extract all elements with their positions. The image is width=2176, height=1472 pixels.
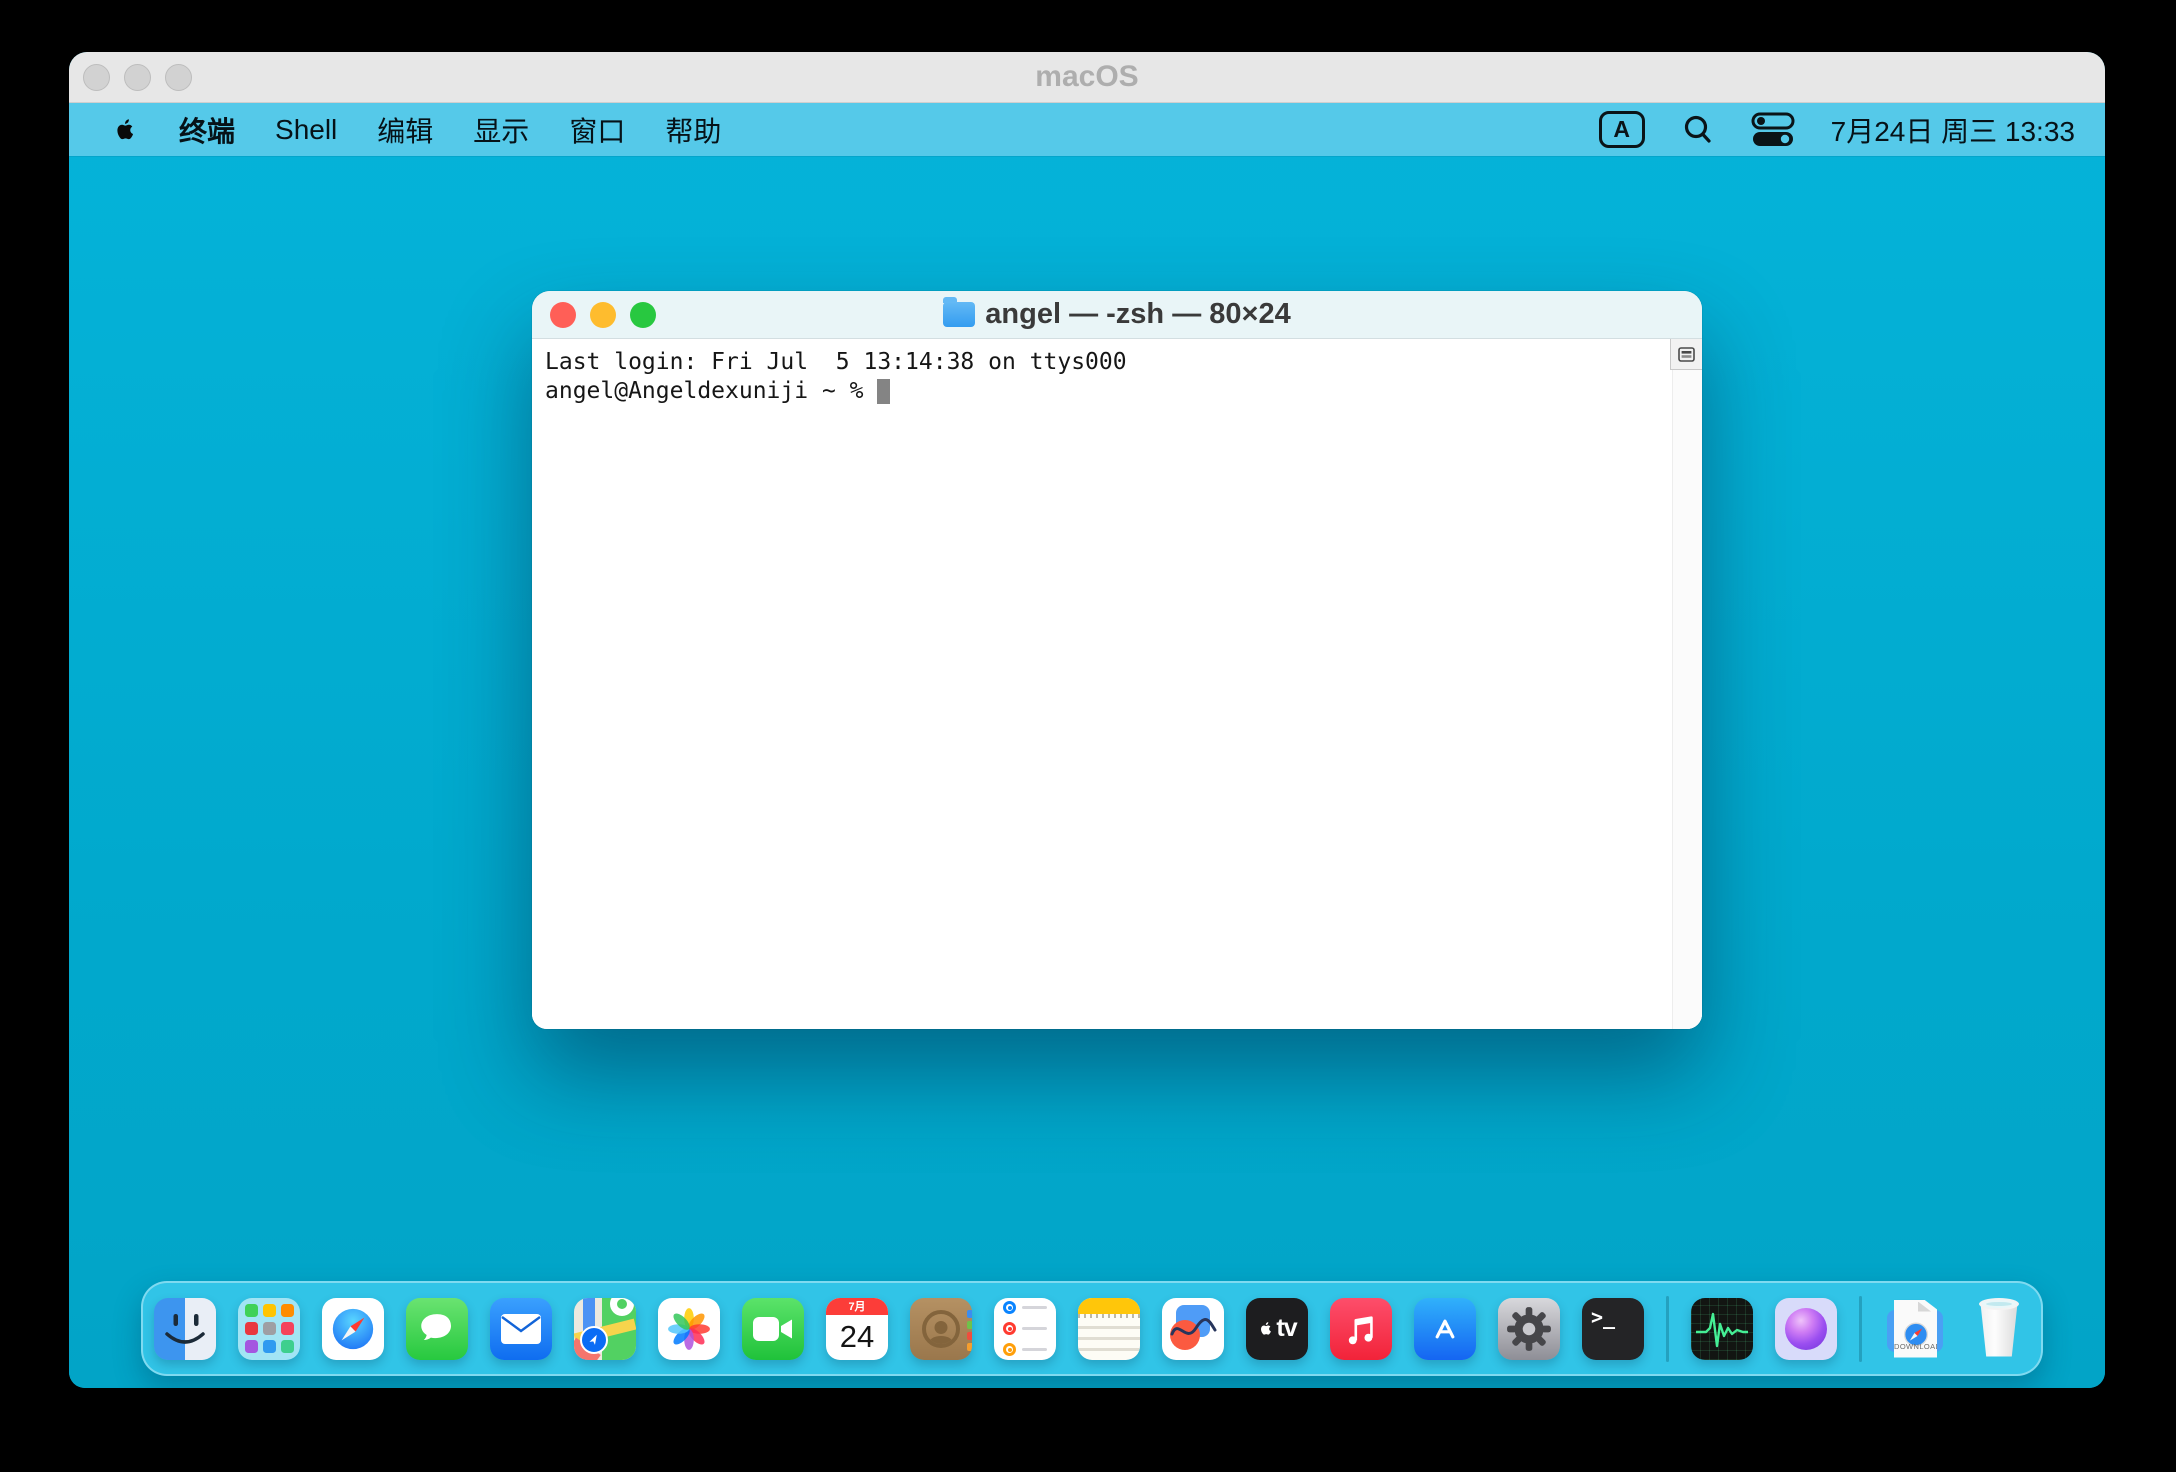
dock-item-trash[interactable] [1968,1298,2030,1360]
apple-logo-icon [111,114,138,145]
terminal-window-controls [550,302,656,328]
launchpad-tile [281,1322,294,1335]
close-button[interactable] [550,302,576,328]
terminal-window[interactable]: angel — -zsh — 80×24 Last login: Fri Jul… [532,291,1702,1029]
calendar-month: 7月 [826,1298,888,1315]
terminal-scrollbar[interactable] [1672,339,1702,1029]
dock-item-messages[interactable] [406,1298,468,1360]
safari-compass-icon [328,1304,378,1354]
reminder-bullet [1003,1322,1016,1335]
dock-separator [1859,1296,1862,1362]
dock-item-finder[interactable] [154,1298,216,1360]
prompt-text: angel@Angeldexuniji ~ % [545,378,877,404]
macos-screen: 终端 Shell 编辑 显示 窗口 帮助 A [69,103,2105,1388]
dock-item-activity-monitor[interactable] [1691,1298,1753,1360]
menu-bar-clock[interactable]: 7月24日 周三 13:33 [1831,110,2075,150]
menu-shell[interactable]: Shell [275,114,337,146]
photos-pinwheel-icon [662,1302,716,1356]
menu-edit[interactable]: 编辑 [377,110,433,150]
zoom-button[interactable] [630,302,656,328]
launchpad-tile [245,1340,258,1353]
terminal-titlebar[interactable]: angel — -zsh — 80×24 [532,291,1702,339]
reminder-bullet [1003,1301,1016,1314]
dock: 7月 24 [141,1281,2043,1376]
menu-view[interactable]: 显示 [473,110,529,150]
control-center-icon[interactable] [1751,112,1795,148]
dock-separator [1666,1296,1669,1362]
dock-item-contacts[interactable] [910,1298,972,1360]
envelope-icon [500,1313,542,1345]
launchpad-tile [263,1340,276,1353]
dock-item-notes[interactable] [1078,1298,1140,1360]
contact-tabs [967,1310,972,1351]
vm-titlebar: macOS [69,52,2105,103]
dock-item-siri[interactable] [1775,1298,1837,1360]
vm-window-title: macOS [69,60,2105,94]
navigation-arrow-icon [580,1326,608,1354]
terminal-title-text: angel — -zsh — 80×24 [985,298,1290,331]
menu-bar-status: A 7月24日 周三 13:33 [1599,110,2075,150]
calendar-day: 24 [826,1315,888,1360]
dock-item-music[interactable] [1330,1298,1392,1360]
speech-bubble-icon [415,1308,459,1350]
menu-help[interactable]: 帮助 [665,110,721,150]
dock-item-freeform[interactable] [1162,1298,1224,1360]
notes-header [1078,1298,1140,1314]
launchpad-tile [281,1340,294,1353]
gear-icon [1505,1305,1553,1353]
terminal-prompt-line: angel@Angeldexuniji ~ % [545,377,1658,406]
launchpad-tile [245,1304,258,1317]
dock-item-calendar[interactable]: 7月 24 [826,1298,888,1360]
dock-item-facetime[interactable] [742,1298,804,1360]
dock-item-maps[interactable] [574,1298,636,1360]
dock-item-apple-tv[interactable]: tv [1246,1298,1308,1360]
launchpad-tile [263,1304,276,1317]
ecg-waveform-icon [1694,1306,1750,1352]
menu-bar-left: 终端 Shell 编辑 显示 窗口 帮助 [109,110,721,150]
folder-proxy-icon [943,302,975,327]
music-note-icon [1341,1309,1381,1349]
terminal-title: angel — -zsh — 80×24 [532,298,1702,331]
dock-item-terminal[interactable]: >_ [1582,1298,1644,1360]
spotlight-search-icon[interactable] [1681,113,1715,147]
menu-bar: 终端 Shell 编辑 显示 窗口 帮助 A [69,103,2105,156]
apple-menu[interactable] [109,113,139,147]
dock-item-launchpad[interactable] [238,1298,300,1360]
dock-item-safari[interactable] [322,1298,384,1360]
downloads-document-icon: DOWNLOAD [1894,1300,1937,1358]
scrollback-icon [1678,347,1695,362]
tv-label: tv [1276,1314,1296,1343]
siri-orb-icon [1785,1308,1827,1350]
contact-silhouette-icon [922,1310,960,1348]
desktop: angel — -zsh — 80×24 Last login: Fri Jul… [69,156,2105,1388]
scrollback-marker-button[interactable] [1670,339,1702,370]
finder-face-icon [154,1298,216,1360]
dock-item-photos[interactable] [658,1298,720,1360]
terminal-prompt-glyph: >_ [1591,1305,1615,1329]
dock-item-system-settings[interactable] [1498,1298,1560,1360]
terminal-cursor [877,379,890,404]
dock-item-app-store[interactable] [1414,1298,1476,1360]
video-camera-icon [752,1314,794,1344]
dock-item-downloads[interactable]: DOWNLOAD [1884,1298,1946,1360]
launchpad-tile [245,1322,258,1335]
trash-can-icon [1979,1302,2019,1357]
downloads-label: DOWNLOAD [1894,1342,1937,1351]
menu-window[interactable]: 窗口 [569,110,625,150]
terminal-content[interactable]: Last login: Fri Jul 5 13:14:38 on ttys00… [532,339,1702,1029]
freeform-squiggle-icon [1162,1298,1224,1360]
menu-terminal[interactable]: 终端 [179,110,235,150]
minimize-button[interactable] [590,302,616,328]
dock-item-reminders[interactable] [994,1298,1056,1360]
launchpad-tile [281,1304,294,1317]
vm-window: macOS 终端 Shell 编辑 显示 窗口 帮助 A [69,52,2105,1388]
reminder-bullet [1003,1343,1016,1356]
launchpad-tile [263,1322,276,1335]
dock-item-mail[interactable] [490,1298,552,1360]
terminal-output-line: Last login: Fri Jul 5 13:14:38 on ttys00… [545,348,1658,377]
apple-logo-icon [1257,1318,1274,1339]
trash-rim [1979,1298,2019,1310]
app-store-a-icon [1423,1307,1467,1351]
input-source-switcher[interactable]: A [1599,111,1645,148]
